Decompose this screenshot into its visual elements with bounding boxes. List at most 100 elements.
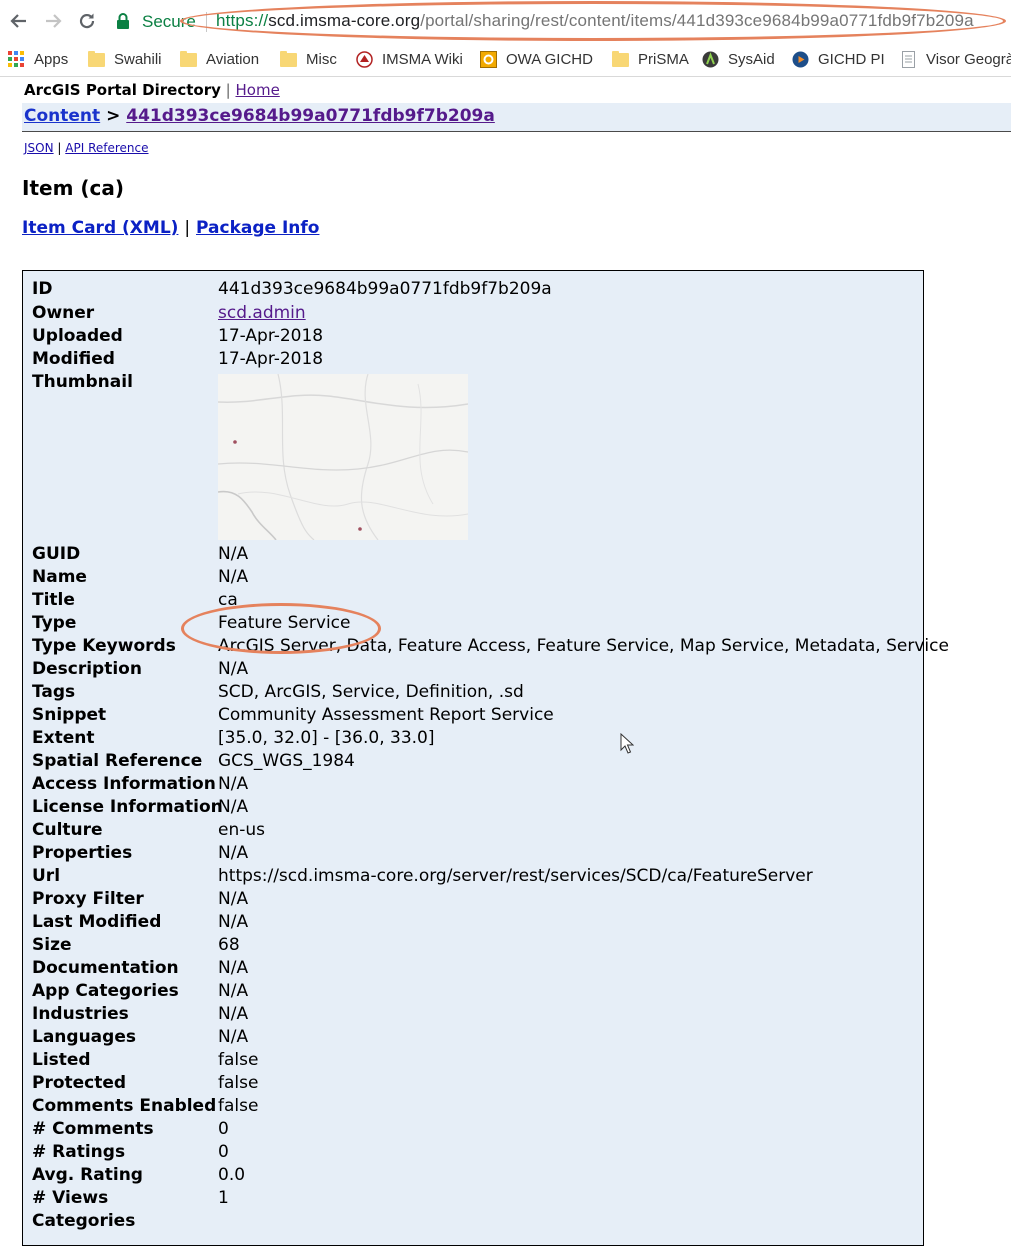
back-button[interactable] — [6, 8, 32, 34]
breadcrumb-content-link[interactable]: Content — [24, 106, 100, 126]
property-value: ca — [218, 590, 238, 610]
property-value: 17-Apr-2018 — [218, 326, 324, 346]
property-label: Last Modified — [32, 912, 162, 932]
property-label: Type — [32, 613, 77, 633]
property-label: GUID — [32, 544, 81, 564]
bookmark-swahili[interactable]: Swahili — [88, 44, 162, 74]
link-separator: | — [184, 218, 191, 238]
property-value: false — [218, 1096, 259, 1116]
property-value: Feature Service — [218, 613, 351, 633]
bookmark-label: OWA GICHD — [506, 50, 593, 68]
property-label: Comments Enabled — [32, 1096, 217, 1116]
owa-icon — [480, 50, 497, 68]
forward-arrow-icon — [46, 14, 62, 28]
bookmark-label: SysAid — [728, 50, 775, 68]
bookmark-gichd-pi[interactable]: GICHD PI — [792, 44, 885, 74]
bookmark-label: IMSMA Wiki — [382, 50, 463, 68]
breadcrumb: Content > 441d393ce9684b99a0771fdb9f7b20… — [22, 103, 1011, 132]
property-value: N/A — [218, 981, 249, 1001]
breadcrumb-item-link[interactable]: 441d393ce9684b99a0771fdb9f7b209a — [126, 106, 495, 126]
breadcrumb-arrow: > — [106, 106, 121, 126]
property-label: Spatial Reference — [32, 751, 203, 771]
reload-icon — [79, 13, 95, 29]
portal-brand: ArcGIS Portal Directory — [24, 81, 221, 99]
bookmark-visor[interactable]: Visor Geogrà — [900, 44, 1011, 74]
property-value: N/A — [218, 567, 249, 587]
property-value: GCS_WGS_1984 — [218, 751, 355, 771]
property-label: Owner — [32, 303, 95, 323]
browser-toolbar: Secure https://scd.imsma-core.org/portal… — [0, 0, 1011, 44]
property-label: App Categories — [32, 981, 179, 1001]
property-value: ArcGIS Server, Data, Feature Access, Fea… — [218, 636, 949, 656]
page-icon — [902, 50, 915, 68]
property-label: Listed — [32, 1050, 91, 1070]
property-label: Access Information — [32, 774, 216, 794]
property-label: Size — [32, 935, 72, 955]
property-value: N/A — [218, 544, 249, 564]
property-value: https://scd.imsma-core.org/server/rest/s… — [218, 866, 813, 886]
property-value: 0.0 — [218, 1165, 246, 1185]
json-link[interactable]: JSON — [24, 141, 54, 155]
property-value: Community Assessment Report Service — [218, 705, 554, 725]
forward-button[interactable] — [40, 8, 66, 34]
bookmark-misc[interactable]: Misc — [280, 44, 337, 74]
url-text[interactable]: https://scd.imsma-core.org/portal/sharin… — [216, 11, 974, 31]
property-label: Culture — [32, 820, 103, 840]
bookmark-aviation[interactable]: Aviation — [180, 44, 259, 74]
item-links: Item Card (XML) | Package Info — [22, 218, 319, 238]
url-host: scd.imsma-core.org — [268, 11, 421, 30]
secure-label: Secure — [142, 12, 196, 31]
bookmark-imsma-wiki[interactable]: IMSMA Wiki — [356, 44, 463, 74]
property-label: # Ratings — [32, 1142, 126, 1162]
owner-link[interactable]: scd.admin — [218, 303, 306, 323]
property-label: Thumbnail — [32, 372, 133, 392]
imsma-icon — [356, 50, 373, 68]
property-value: 1 — [218, 1188, 229, 1208]
property-value: N/A — [218, 1027, 249, 1047]
page-title: Item (ca) — [22, 176, 125, 200]
property-value: N/A — [218, 774, 249, 794]
property-label: Properties — [32, 843, 133, 863]
item-properties-panel: ID 441d393ce9684b99a0771fdb9f7b209a Owne… — [22, 270, 949, 1246]
map-thumbnail-graphic — [218, 374, 468, 540]
package-info-link[interactable]: Package Info — [196, 218, 319, 238]
property-label: Documentation — [32, 958, 179, 978]
property-value: N/A — [218, 912, 249, 932]
property-label: Categories — [32, 1211, 136, 1231]
url-scheme: https:// — [216, 11, 269, 30]
bookmark-prisma[interactable]: PriSMA — [612, 44, 689, 74]
header-separator: | — [225, 81, 231, 99]
home-link[interactable]: Home — [236, 81, 280, 99]
property-value: N/A — [218, 659, 249, 679]
property-value: 0 — [218, 1119, 229, 1139]
property-value: false — [218, 1050, 259, 1070]
property-label: Snippet — [32, 705, 107, 725]
sysaid-icon — [702, 51, 719, 67]
bookmark-owa-gichd[interactable]: OWA GICHD — [480, 44, 593, 74]
property-value: 0 — [218, 1142, 229, 1162]
thumbnail-image — [218, 374, 468, 540]
bookmark-label: Visor Geogrà — [926, 50, 1011, 68]
bookmark-sysaid[interactable]: SysAid — [702, 44, 775, 74]
property-value: 17-Apr-2018 — [218, 349, 324, 369]
play-icon — [792, 51, 809, 67]
item-card-link[interactable]: Item Card (XML) — [22, 218, 178, 238]
address-bar[interactable]: Secure https://scd.imsma-core.org/portal… — [108, 6, 1008, 38]
property-value: N/A — [218, 1004, 249, 1024]
property-value: N/A — [218, 958, 249, 978]
link-separator: | — [57, 141, 62, 155]
bookmark-apps[interactable]: Apps — [8, 44, 68, 74]
bookmark-label: Aviation — [206, 50, 260, 68]
format-links: JSON | API Reference — [24, 141, 149, 155]
property-label: # Views — [32, 1188, 109, 1208]
property-label: Languages — [32, 1027, 136, 1047]
property-value: en-us — [218, 820, 265, 840]
property-value: SCD, ArcGIS, Service, Definition, .sd — [218, 682, 524, 702]
property-label: Title — [32, 590, 75, 610]
property-label: Tags — [32, 682, 76, 702]
omnibox-divider — [206, 12, 207, 32]
property-value: 441d393ce9684b99a0771fdb9f7b209a — [218, 279, 552, 299]
api-reference-link[interactable]: API Reference — [65, 141, 148, 155]
reload-button[interactable] — [74, 8, 100, 34]
bookmark-label: PriSMA — [638, 50, 689, 68]
